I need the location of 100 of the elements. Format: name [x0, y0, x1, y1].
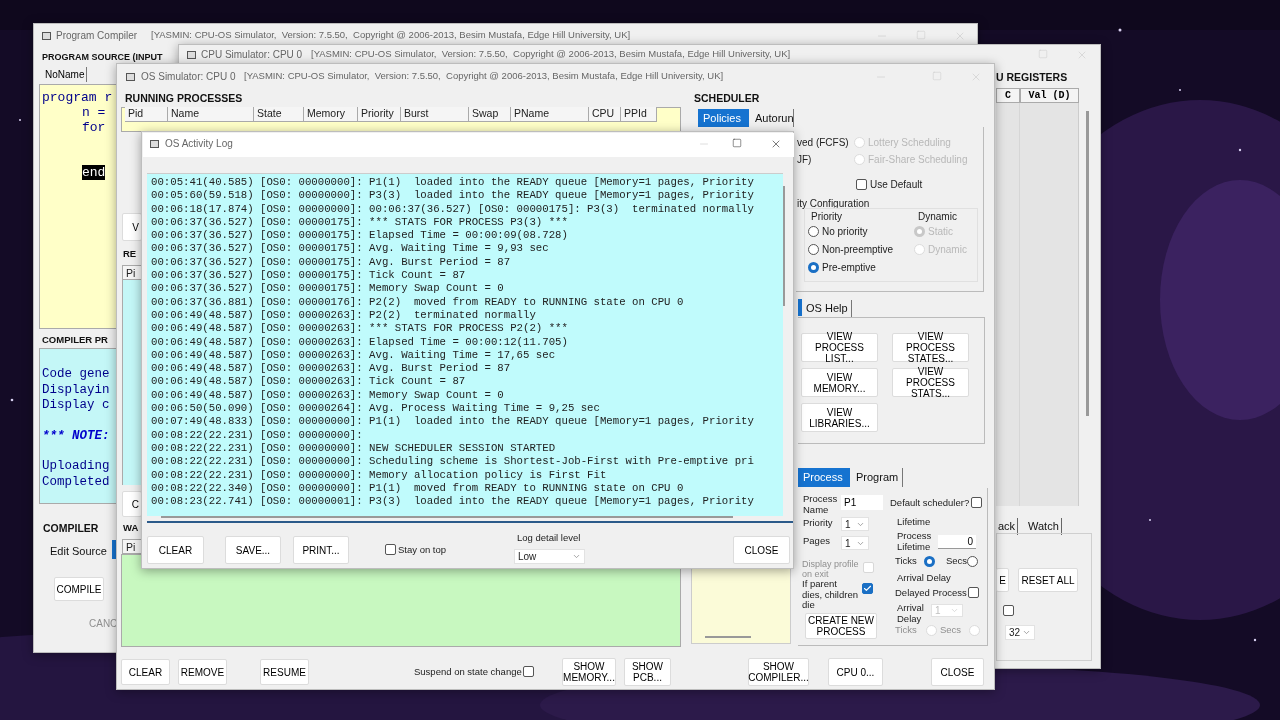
column-header: C — [996, 88, 1020, 103]
tab[interactable]: Edit Source — [50, 543, 107, 560]
radio-label: Dynamic — [928, 244, 967, 256]
checkbox-label: Delayed Process — [895, 588, 967, 599]
button[interactable]: C — [122, 491, 142, 517]
tab[interactable]: OS Help — [803, 300, 852, 317]
view-button[interactable]: VIEW PROCESS STATES... — [892, 333, 969, 362]
scrollbar[interactable] — [705, 636, 751, 638]
window-icon — [42, 32, 51, 40]
field-label: Log detail level — [517, 533, 581, 544]
column-header: Val (D) — [1020, 88, 1079, 103]
window-subtitle: [YASMIN: CPU-OS Simulator, Version: 7.5.50, Copyright @ 2006-2013, Besim Mustafa, Edge Hill University, UK] — [151, 30, 631, 41]
maximize-icon[interactable] — [732, 138, 742, 148]
close-button[interactable]: CLOSE — [733, 536, 790, 564]
output-line: *** NOTE: — [42, 428, 110, 444]
tab[interactable]: Process — [798, 468, 850, 487]
tab[interactable]: Watch — [1026, 518, 1062, 535]
output-line: Code gene — [42, 367, 110, 383]
log-line: 00:08:22(22.231) [OS0: 00000000]: Scheduling scheme is Shortest-Job-First with Pre-emptive pri — [151, 455, 754, 469]
section-heading: SCHEDULER — [694, 92, 760, 105]
log-line: 00:06:18(17.874) [OS0: 00000000]: 00:06:37(36.527) [OS0: 00000175]: P3(3) terminated normally — [151, 202, 754, 216]
window-icon — [150, 140, 159, 148]
button[interactable]: CLEAR — [147, 536, 204, 564]
chevron-icon — [1022, 628, 1031, 637]
button[interactable]: SAVE... — [225, 536, 281, 564]
checkbox[interactable] — [856, 179, 867, 190]
scrollbar[interactable] — [1086, 111, 1089, 416]
checkbox[interactable] — [968, 587, 979, 598]
name-field[interactable]: P1 — [841, 495, 883, 510]
checkbox[interactable] — [1003, 605, 1014, 616]
window-icon — [126, 72, 135, 81]
checkbox[interactable] — [862, 583, 873, 594]
radio-label: ved (FCFS) — [797, 137, 849, 149]
scrollbar[interactable] — [783, 186, 785, 306]
column-header: PName — [511, 107, 589, 122]
view-button[interactable]: VIEW PROCESS LIST... — [801, 333, 878, 362]
column-header: Priority — [358, 107, 401, 122]
dropdown[interactable]: 1 — [841, 536, 869, 550]
section-heading: WA — [123, 523, 139, 534]
reset-all-button[interactable]: RESET ALL — [1018, 568, 1078, 592]
radio-label: No priority — [822, 226, 868, 238]
column-header: CPU — [589, 107, 621, 122]
log-line: 00:06:37(36.527) [OS0: 00000175]: *** STATS FOR PROCESS P3(3) *** — [151, 215, 568, 230]
radio-button[interactable] — [808, 226, 819, 237]
checkbox[interactable] — [385, 544, 396, 555]
button[interactable]: V — [122, 213, 142, 241]
button[interactable]: CLEAR — [121, 659, 170, 685]
section-heading: U REGISTERS — [996, 71, 1068, 84]
section-heading: PROGRAM SOURCE (INPUT — [42, 52, 163, 63]
dropdown[interactable]: 32 — [1005, 625, 1035, 640]
log-line: 00:06:49(48.587) [OS0: 00000263]: Elapsed Time = 00:00:12(11.705) — [151, 335, 568, 349]
section-heading: COMPILER — [43, 522, 99, 535]
radio-label: JF) — [797, 154, 812, 166]
output-line: Display c — [42, 398, 110, 414]
window-subtitle: [YASMIN: CPU-OS Simulator, Version: 7.5.50, Copyright @ 2006-2013, Besim Mustafa, Edge Hill University, UK] — [311, 48, 791, 60]
code-line: for — [82, 120, 106, 135]
compile-button[interactable]: COMPILE — [54, 577, 104, 601]
column-header: State — [254, 107, 304, 122]
window-title: OS Activity Log — [165, 138, 233, 150]
button[interactable]: CLOSE — [931, 658, 984, 686]
tab[interactable]: ack — [996, 518, 1019, 535]
dropdown[interactable]: 1 — [841, 517, 869, 531]
scrollbar[interactable] — [161, 516, 733, 518]
field-label: Process Lifetime — [897, 530, 933, 552]
button[interactable]: RESUME — [260, 659, 309, 685]
log-line: 00:08:22(22.340) [OS0: 00000000]: P1(1) moved from READY to RUNNING state on CPU 0 — [151, 481, 684, 496]
column-header: Name — [168, 107, 254, 122]
tab[interactable]: NoName — [43, 67, 88, 82]
create-process-button[interactable]: CREATE NEW PROCESS — [805, 613, 877, 639]
lifetime-field[interactable]: 0 — [938, 535, 976, 549]
button[interactable]: CPU 0... — [828, 658, 883, 686]
detail-level-dropdown[interactable]: Low — [514, 549, 585, 564]
radio-button[interactable] — [967, 556, 978, 567]
code-line: program r — [42, 90, 113, 105]
checkbox[interactable] — [523, 666, 534, 677]
close-icon[interactable] — [770, 138, 782, 150]
checkbox[interactable] — [971, 497, 982, 508]
view-button[interactable]: VIEW LIBRARIES... — [801, 403, 878, 432]
button[interactable]: SHOW PCB... — [624, 658, 671, 686]
column-header: PPId — [621, 107, 657, 122]
log-line: 00:06:37(36.527) [OS0: 00000175]: Elapsed Time = 00:00:09(08.728) — [151, 229, 568, 243]
radio-button[interactable] — [808, 244, 819, 255]
button[interactable]: SHOW COMPILER... — [748, 658, 809, 686]
radio-button[interactable] — [924, 556, 935, 567]
view-button[interactable]: VIEW PROCESS STATS... — [892, 368, 969, 397]
button[interactable]: SHOW MEMORY... — [562, 658, 616, 686]
button[interactable]: PRINT... — [293, 536, 349, 564]
log-line: 00:06:37(36.527) [OS0: 00000175]: Memory Swap Count = 0 — [151, 282, 504, 296]
radio-label: Secs — [940, 625, 962, 636]
button[interactable]: REMOVE — [178, 659, 227, 685]
output-line: Uploading — [42, 459, 110, 475]
radio-label: Secs — [946, 556, 968, 567]
radio-button[interactable] — [808, 262, 819, 273]
button[interactable]: E — [996, 568, 1009, 592]
log-line: 00:06:37(36.881) [OS0: 00000176]: P2(2) moved from READY to RUNNING state on CPU 0 — [151, 295, 684, 309]
field-label: Priority — [803, 518, 833, 529]
window-title: CPU Simulator: CPU 0 — [201, 48, 303, 60]
tab[interactable]: Policies — [698, 109, 749, 127]
view-button[interactable]: VIEW MEMORY... — [801, 368, 878, 397]
log-line: 00:08:22(22.231) [OS0: 00000000]: NEW SCHEDULER SESSION STARTED — [151, 441, 556, 456]
